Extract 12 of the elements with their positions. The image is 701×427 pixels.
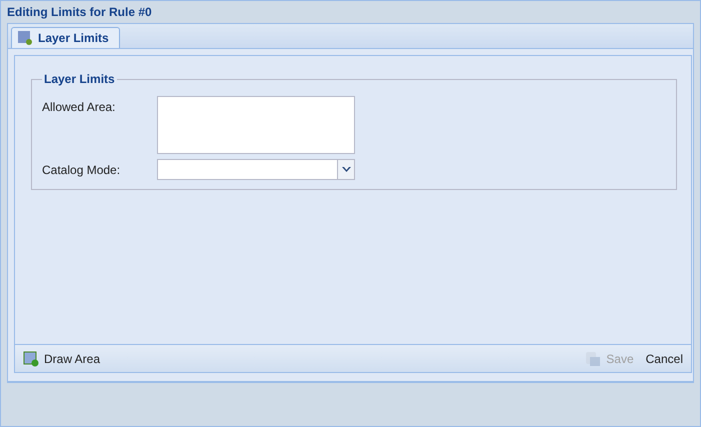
tab[interactable]: Layer Limits [11, 27, 120, 48]
cancel-button[interactable]: Cancel [644, 352, 685, 366]
field-label: Catalog Mode: [42, 162, 122, 179]
fieldset-legend: Layer Limits [42, 72, 117, 86]
polygon-add-icon [23, 350, 39, 366]
layer-icon [18, 31, 32, 45]
allowed-area-field[interactable] [157, 96, 355, 154]
draw-area-button[interactable]: Draw Area [21, 350, 102, 366]
window-title: Editing Limits for Rule #0 [6, 4, 153, 21]
field-label: Allowed Area: [42, 99, 116, 116]
caret-icon [342, 166, 350, 172]
dropdown-trigger[interactable] [337, 160, 354, 179]
